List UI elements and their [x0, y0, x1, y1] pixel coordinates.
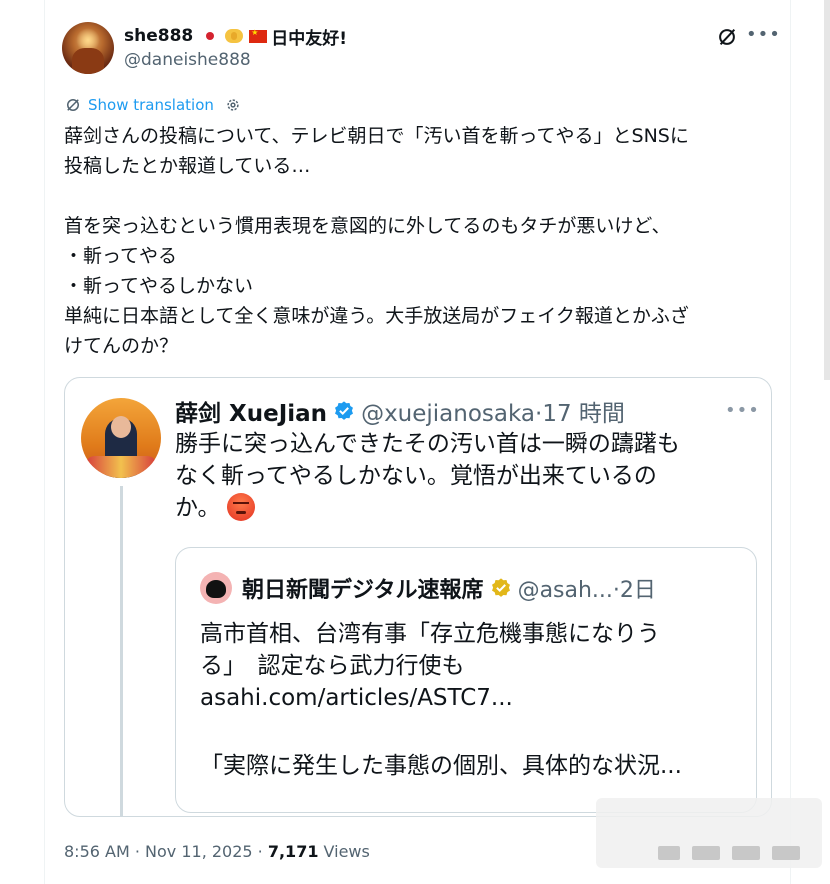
gold-verified-badge-icon: [491, 578, 510, 597]
watermark-mark: [692, 846, 720, 860]
gear-icon[interactable]: [224, 96, 242, 114]
tweet-line: ・斬ってやるしかない: [64, 275, 254, 297]
author-name-row[interactable]: she888 日中友好!: [124, 24, 347, 49]
quoted-tweet-card[interactable]: 薛剑 XueJian @xuejianosaka·17 時間 ••• 勝手に突っ…: [64, 377, 772, 817]
quoted-line: なく斬ってやるしかない。覚悟が出来ているの: [175, 463, 657, 489]
views-count: 7,171: [267, 842, 319, 861]
quoted-text: 勝手に突っ込んできたその汚い首は一瞬の躊躇も なく斬ってやるしかない。覚悟が出来…: [175, 428, 755, 524]
tweet-line: けてんのか？: [64, 335, 179, 357]
tweet-metadata: 8:56 AM · Nov 11, 2025 · 7,171 Views: [64, 842, 370, 861]
timeline-left-border: [44, 0, 45, 884]
watermark-overlay: [596, 798, 822, 868]
globe-icon: [67, 99, 79, 111]
avatar-figure: [72, 48, 104, 74]
tweet-timestamp[interactable]: 8:56 AM · Nov 11, 2025 ·: [64, 842, 268, 861]
scrollbar[interactable]: [824, 0, 830, 380]
timeline-right-border: [790, 0, 791, 884]
handshake-icon: [225, 29, 244, 43]
nested-blank-line: [200, 714, 750, 750]
nested-excerpt: 「実際に発生した事態の個別、具体的な状況...: [200, 753, 682, 779]
nested-header: 朝日新聞デジタル速報席 @asah...·2日: [242, 572, 656, 604]
nested-line: 高市首相、台湾有事「存立危機事態になりう: [200, 621, 660, 647]
more-icon[interactable]: •••: [746, 24, 780, 48]
tweet-line: 単純に日本語として全く意味が違う。大手放送局がフェイク報道とかふざ: [64, 305, 689, 327]
tweet-line: 首を突っ込むという慣用表現を意図的に外してるのもタチが悪いけど、: [64, 215, 671, 237]
author-name-suffix[interactable]: 日中友好!: [271, 24, 347, 49]
translation-row[interactable]: Show translation: [64, 96, 242, 114]
nested-link[interactable]: asahi.com/articles/ASTC7...: [200, 682, 750, 714]
tweet-line: 投稿したとか報道している…: [64, 155, 311, 177]
quoted-line-text: か。: [175, 495, 221, 521]
watermark-mark: [658, 846, 680, 860]
views-label: Views: [318, 842, 370, 861]
tweet-line: ・斬ってやる: [64, 245, 178, 267]
quoted-line: 勝手に突っ込んできたその汚い首は一瞬の躊躇も: [175, 431, 680, 457]
asahi-logo-avatar[interactable]: [200, 572, 232, 604]
author-handle[interactable]: @daneishe888: [124, 50, 251, 70]
author-display-name[interactable]: she888: [124, 26, 193, 46]
angry-face-icon: [226, 493, 255, 521]
grok-icon[interactable]: [716, 26, 738, 48]
nested-text: 高市首相、台湾有事「存立危機事態になりう る」 認定なら武力行使も asahi.…: [200, 618, 750, 782]
nested-quote-card[interactable]: 朝日新聞デジタル速報席 @asah...·2日 高市首相、台湾有事「存立危機事態…: [175, 547, 757, 813]
show-translation-link[interactable]: Show translation: [88, 96, 214, 114]
quoted-line: か。: [175, 492, 755, 524]
avatar-face: [111, 416, 131, 438]
author-avatar[interactable]: [62, 22, 114, 74]
thread-line: [120, 486, 123, 816]
quoted-author-name[interactable]: 薛剑 XueJian: [175, 394, 327, 428]
china-flag-icon: [249, 28, 268, 43]
japan-flag-icon: [201, 30, 220, 42]
verified-badge-icon: [335, 401, 354, 420]
watermark-mark: [772, 846, 800, 860]
nested-handle-time[interactable]: @asah...·2日: [518, 572, 656, 604]
watermark-mark: [732, 846, 760, 860]
quoted-handle-time[interactable]: @xuejianosaka·17 時間: [361, 394, 625, 428]
tweet-line: 薛剑さんの投稿について、テレビ朝日で「汚い首を斬ってやる」とSNSに: [64, 125, 689, 147]
nested-author-name[interactable]: 朝日新聞デジタル速報席: [242, 572, 484, 604]
avatar-flowers: [85, 456, 157, 478]
nested-line: る」 認定なら武力行使も: [200, 653, 465, 679]
tweet-text: 薛剑さんの投稿について、テレビ朝日で「汚い首を斬ってやる」とSNSに 投稿したと…: [64, 121, 784, 361]
quoted-header: 薛剑 XueJian @xuejianosaka·17 時間: [175, 395, 625, 427]
quoted-more-icon[interactable]: •••: [725, 400, 760, 421]
quoted-author-avatar[interactable]: [81, 398, 161, 478]
